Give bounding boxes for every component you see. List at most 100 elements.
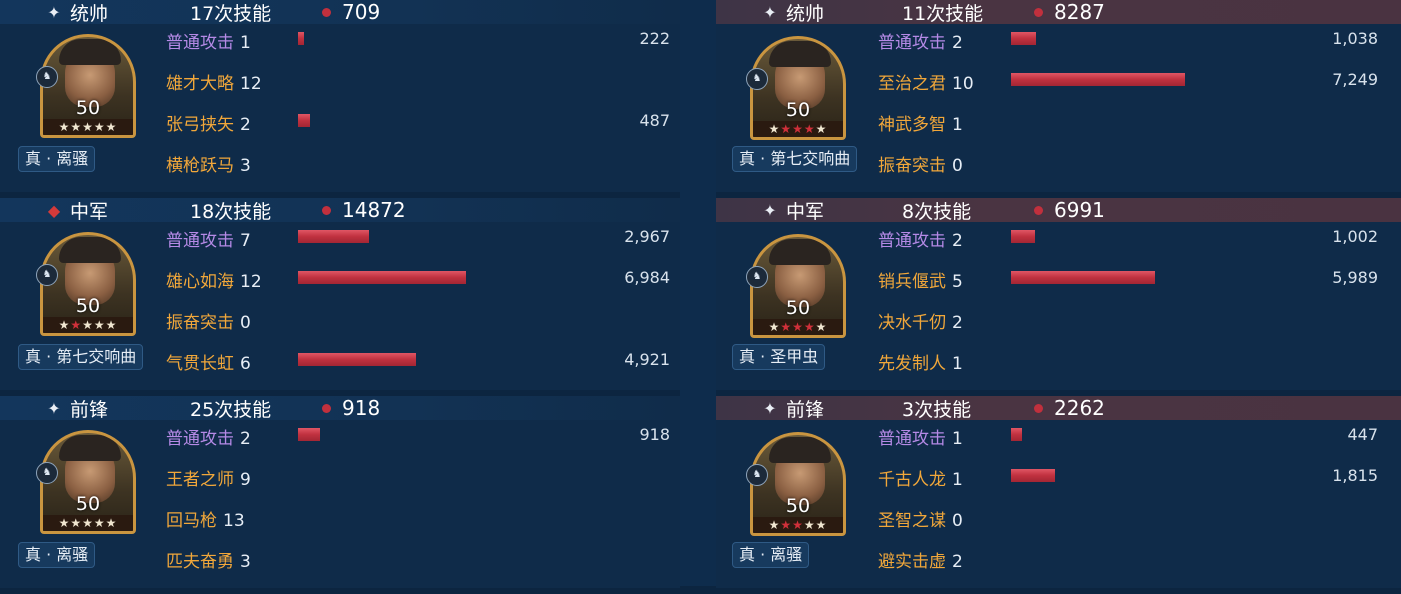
skill-name: 圣智之谋 0	[878, 506, 963, 531]
general-body: 50 ★★★★★ ♞ 真 · 离骚 普通攻击 2 918 王者之师 9 回马枪 …	[0, 420, 680, 588]
skill-cast-count: 9	[240, 470, 251, 490]
damage-bar	[1011, 73, 1185, 86]
skill-name-label: 振奋突击	[166, 313, 234, 333]
general-helmet-icon	[769, 41, 831, 67]
skill-name-label: 匹夫奋勇	[166, 552, 234, 572]
star-icon: ★	[780, 122, 793, 136]
skill-name: 避实击虚 2	[878, 547, 963, 572]
skill-name: 王者之师 9	[166, 465, 251, 490]
skill-name: 普通攻击 2	[166, 424, 251, 449]
star-icon: ★	[815, 320, 828, 334]
general-portrait[interactable]: 50 ★★★★★	[750, 432, 846, 536]
flag-icon: ◆	[47, 200, 61, 220]
skill-row: 普通攻击 1 222	[166, 22, 676, 58]
skill-name: 振奋突击 0	[166, 308, 251, 333]
general-portrait[interactable]: 50 ★★★★★	[40, 34, 136, 138]
skill-name-label: 横枪跃马	[166, 156, 234, 176]
star-icon: ★	[768, 320, 781, 334]
total-damage: 6991	[1054, 198, 1105, 222]
skill-row: 张弓挟矢 2 487	[166, 104, 676, 140]
position-tag: ✦ 前锋	[756, 395, 824, 422]
skill-name: 气贯长虹 6	[166, 349, 251, 374]
skill-damage-value: 447	[1347, 425, 1378, 444]
general-portrait[interactable]: 50 ★★★★★	[40, 430, 136, 534]
skill-name-label: 普通攻击	[166, 429, 234, 449]
skin-tag[interactable]: 真 · 圣甲虫	[732, 344, 826, 370]
general-header: ✦ 中军 8次技能 6991	[716, 198, 1401, 223]
skill-cast-count: 2	[240, 115, 251, 135]
skill-damage-value: 7,249	[1332, 70, 1378, 89]
star-icon: ★	[70, 318, 83, 332]
total-damage: 14872	[342, 198, 406, 222]
general-portrait[interactable]: 50 ★★★★★	[750, 36, 846, 140]
skill-name-label: 普通攻击	[166, 231, 234, 251]
skill-row: 匹夫奋勇 3	[166, 541, 676, 577]
skill-name-label: 普通攻击	[166, 33, 234, 53]
star-rating: ★★★★★	[43, 317, 133, 333]
horse-badge-icon: ♞	[746, 266, 768, 288]
total-damage: 918	[342, 396, 381, 420]
skill-row: 至治之君 10 7,249	[878, 63, 1398, 99]
position-tag: ✦ 统帅	[40, 0, 108, 26]
skill-name: 雄心如海 12	[166, 267, 262, 292]
skin-tag[interactable]: 真 · 第七交响曲	[732, 146, 858, 172]
skill-cast-count: 1	[240, 33, 251, 53]
skill-row: 圣智之谋 0	[878, 500, 1398, 536]
skill-name-label: 普通攻击	[878, 33, 946, 53]
general-body: 50 ★★★★★ ♞ 真 · 圣甲虫 普通攻击 2 1,002 销兵偃武 5 5…	[716, 222, 1401, 390]
star-icon: ★	[82, 120, 94, 134]
skill-cast-count: 2	[952, 33, 963, 53]
horse-badge-icon: ♞	[36, 66, 58, 88]
skill-row: 普通攻击 2 1,002	[878, 220, 1398, 256]
skill-cast-count: 12	[240, 272, 262, 292]
star-icon: ★	[815, 518, 828, 532]
skill-name-label: 雄才大略	[166, 74, 234, 94]
horse-badge-icon: ♞	[746, 464, 768, 486]
skill-row: 振奋突击 0	[878, 145, 1398, 181]
skill-damage-value: 487	[639, 111, 670, 130]
skill-name-label: 销兵偃武	[878, 272, 946, 292]
skill-name: 回马枪 13	[166, 506, 245, 531]
star-icon: ★	[58, 318, 71, 332]
damage-bar	[298, 114, 310, 127]
skill-name-label: 圣智之谋	[878, 511, 946, 531]
skill-name-label: 气贯长虹	[166, 354, 234, 374]
general-portrait[interactable]: 50 ★★★★★	[40, 232, 136, 336]
general-header: ◆ 中军 18次技能 14872	[0, 198, 680, 223]
damage-bar	[1011, 32, 1036, 45]
skill-name: 普通攻击 7	[166, 226, 251, 251]
star-icon: ★	[105, 318, 118, 332]
skill-row: 决水千仞 2	[878, 302, 1398, 338]
skill-name: 张弓挟矢 2	[166, 110, 251, 135]
skill-row: 王者之师 9	[166, 459, 676, 495]
skin-tag[interactable]: 真 · 离骚	[732, 542, 810, 568]
general-block: ◆ 中军 18次技能 14872 50 ★★★★★ ♞ 真 · 第七交响曲 普通…	[0, 198, 680, 396]
position-label: 前锋	[70, 398, 109, 421]
skin-tag[interactable]: 真 · 第七交响曲	[18, 344, 144, 370]
skill-name-label: 神武多智	[878, 115, 946, 135]
star-icon: ★	[780, 320, 793, 334]
skill-cast-count: 13	[223, 511, 245, 531]
left-team-panel: ✦ 统帅 17次技能 709 50 ★★★★★ ♞ 真 · 离骚 普通攻击 1 …	[0, 0, 680, 588]
general-helmet-icon	[59, 435, 121, 461]
general-portrait[interactable]: 50 ★★★★★	[750, 234, 846, 338]
skill-row: 雄才大略 12	[166, 63, 676, 99]
skill-name-label: 振奋突击	[878, 156, 946, 176]
skin-tag[interactable]: 真 · 离骚	[18, 146, 96, 172]
damage-bar	[1011, 428, 1022, 441]
general-helmet-icon	[59, 39, 121, 65]
skin-tag[interactable]: 真 · 离骚	[18, 542, 96, 568]
skill-damage-value: 1,815	[1332, 466, 1378, 485]
general-header: ✦ 统帅 11次技能 8287	[716, 0, 1401, 25]
skill-name: 普通攻击 2	[878, 226, 963, 251]
general-level: 50	[75, 493, 101, 515]
skill-row: 气贯长虹 6 4,921	[166, 343, 676, 379]
general-block: ✦ 中军 8次技能 6991 50 ★★★★★ ♞ 真 · 圣甲虫 普通攻击 2…	[716, 198, 1401, 396]
star-icon: ✦	[47, 2, 61, 22]
skill-row: 雄心如海 12 6,984	[166, 261, 676, 297]
star-icon: ★	[792, 122, 804, 136]
position-label: 中军	[70, 200, 109, 223]
position-label: 前锋	[786, 398, 825, 421]
damage-dot-icon	[322, 206, 331, 215]
horse-badge-icon: ♞	[36, 462, 58, 484]
